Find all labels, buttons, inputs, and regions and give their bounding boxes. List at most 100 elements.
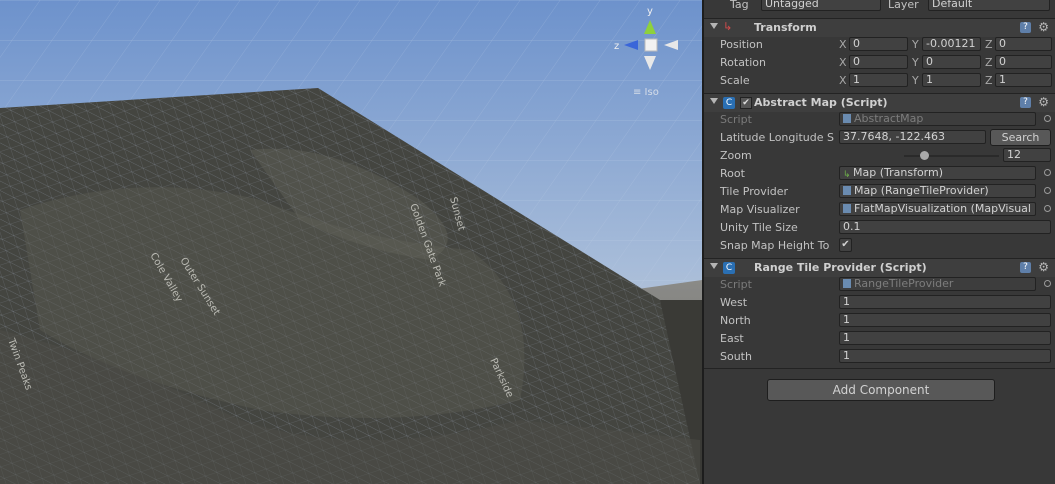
snap-checkbox[interactable]: ✔ — [839, 238, 852, 252]
object-picker-icon — [1044, 115, 1051, 122]
help-icon[interactable]: ? — [1020, 22, 1031, 33]
transform-header[interactable]: ↳ Transform ? ⚙ — [704, 18, 1055, 37]
root-field[interactable]: ↳ Map (Transform) — [839, 166, 1036, 180]
gizmo-z-label: z — [614, 41, 619, 52]
foldout-arrow-icon[interactable] — [710, 98, 718, 104]
help-icon[interactable]: ? — [1020, 262, 1031, 273]
axis-z-label[interactable]: Z — [985, 38, 993, 51]
map-visualizer-row: Map Visualizer FlatMapVisualization (Map… — [704, 201, 1055, 219]
component-enabled-checkbox[interactable]: ✔ — [740, 97, 752, 109]
script-icon: C — [723, 262, 735, 274]
tag-value: Untagged — [765, 0, 819, 10]
layer-dropdown[interactable]: Default — [928, 0, 1050, 11]
scale-row: Scale X 1 Y 1 Z 1 — [704, 72, 1055, 90]
axis-y-label[interactable]: Y — [912, 56, 919, 69]
tag-dropdown[interactable]: Untagged — [761, 0, 881, 11]
north-field[interactable]: 1 — [839, 313, 1051, 327]
script-file-icon — [843, 114, 851, 123]
zoom-slider-track[interactable] — [904, 155, 999, 157]
unity-tile-size-field[interactable]: 0.1 — [839, 220, 1051, 234]
axis-y-label[interactable]: Y — [912, 74, 919, 87]
root-value: Map (Transform) — [853, 166, 944, 179]
object-picker-icon — [1044, 280, 1051, 287]
snap-row: Snap Map Height To ✔ — [704, 237, 1055, 255]
gear-icon[interactable]: ⚙ — [1038, 20, 1049, 34]
scale-z-field[interactable]: 1 — [995, 73, 1052, 87]
tile-provider-label: Tile Provider — [720, 185, 789, 198]
foldout-arrow-icon[interactable] — [710, 263, 718, 269]
scale-y-field[interactable]: 1 — [922, 73, 981, 87]
axis-x-label[interactable]: X — [839, 74, 847, 87]
script-row: Script AbstractMap — [704, 111, 1055, 129]
rotation-row: Rotation X 0 Y 0 Z 0 — [704, 54, 1055, 72]
axis-x-label[interactable]: X — [839, 56, 847, 69]
script-field: RangeTileProvider — [839, 277, 1036, 291]
script-ref-icon — [843, 186, 851, 195]
east-label: East — [720, 332, 744, 345]
latlon-field[interactable]: 37.7648, -122.463 — [839, 130, 986, 144]
foldout-arrow-icon[interactable] — [710, 23, 718, 29]
transform-icon: ↳ — [723, 20, 733, 33]
root-label: Root — [720, 167, 745, 180]
scene-canvas[interactable]: Golden Gate Park Sunset Cole Valley Oute… — [0, 0, 702, 484]
script-field: AbstractMap — [839, 112, 1036, 126]
transform-ref-icon: ↳ — [843, 170, 851, 180]
tile-provider-value: Map (RangeTileProvider) — [854, 184, 989, 197]
zoom-slider-handle[interactable] — [920, 151, 929, 160]
script-label: Script — [720, 113, 752, 126]
unity-tile-size-label: Unity Tile Size — [720, 221, 798, 234]
object-picker-icon[interactable] — [1044, 187, 1051, 194]
scale-x-field[interactable]: 1 — [849, 73, 908, 87]
tile-provider-field[interactable]: Map (RangeTileProvider) — [839, 184, 1036, 198]
snap-label: Snap Map Height To — [720, 239, 830, 252]
script-value: AbstractMap — [854, 112, 924, 125]
position-x-field[interactable]: 0 — [849, 37, 908, 51]
asset-ref-icon — [843, 204, 851, 213]
layer-value: Default — [932, 0, 973, 10]
axis-y-label[interactable]: Y — [912, 38, 919, 51]
rotation-x-field[interactable]: 0 — [849, 55, 908, 69]
search-button[interactable]: Search — [990, 129, 1051, 146]
east-field[interactable]: 1 — [839, 331, 1051, 345]
projection-label[interactable]: ≡ Iso — [633, 87, 659, 98]
object-picker-icon[interactable] — [1044, 169, 1051, 176]
add-component-button[interactable]: Add Component — [767, 379, 995, 401]
axis-x-label[interactable]: X — [839, 38, 847, 51]
position-y-field[interactable]: -0.00121 — [922, 37, 981, 51]
help-icon[interactable]: ? — [1020, 97, 1031, 108]
unity-tile-size-row: Unity Tile Size 0.1 — [704, 219, 1055, 237]
scale-label: Scale — [720, 74, 750, 87]
map-visualizer-value: FlatMapVisualization (MapVisual — [854, 202, 1031, 215]
tile-provider-row: Tile Provider Map (RangeTileProvider) — [704, 183, 1055, 201]
west-label: West — [720, 296, 748, 309]
map-visualizer-field[interactable]: FlatMapVisualization (MapVisual — [839, 202, 1036, 216]
gear-icon[interactable]: ⚙ — [1038, 260, 1049, 274]
west-field[interactable]: 1 — [839, 295, 1051, 309]
layer-label: Layer — [888, 0, 919, 11]
south-field[interactable]: 1 — [839, 349, 1051, 363]
script-value: RangeTileProvider — [854, 277, 954, 290]
script-file-icon — [843, 279, 851, 288]
abstract-map-header[interactable]: C ✔ Abstract Map (Script) ? ⚙ — [704, 93, 1055, 112]
inspector-panel: Tag Untagged Layer Default ↳ Transform ?… — [704, 0, 1055, 484]
object-picker-icon[interactable] — [1044, 205, 1051, 212]
south-label: South — [720, 350, 752, 363]
rotation-y-field[interactable]: 0 — [922, 55, 981, 69]
position-z-field[interactable]: 0 — [995, 37, 1052, 51]
latlon-label: Latitude Longitude S — [720, 131, 834, 144]
gear-icon[interactable]: ⚙ — [1038, 95, 1049, 109]
component-title: Abstract Map (Script) — [754, 96, 888, 109]
south-row: South 1 — [704, 348, 1055, 366]
script-icon: C — [723, 97, 735, 109]
map-visualizer-label: Map Visualizer — [720, 203, 800, 216]
rotation-label: Rotation — [720, 56, 767, 69]
north-row: North 1 — [704, 312, 1055, 330]
rotation-z-field[interactable]: 0 — [995, 55, 1052, 69]
range-tile-provider-header[interactable]: C Range Tile Provider (Script) ? ⚙ — [704, 258, 1055, 277]
axis-z-label[interactable]: Z — [985, 56, 993, 69]
zoom-field[interactable]: 12 — [1003, 148, 1051, 162]
scene-view[interactable]: Golden Gate Park Sunset Cole Valley Oute… — [0, 0, 702, 484]
axis-z-label[interactable]: Z — [985, 74, 993, 87]
tag-layer-row: Tag Untagged Layer Default — [704, 0, 1055, 14]
separator — [704, 368, 1055, 369]
